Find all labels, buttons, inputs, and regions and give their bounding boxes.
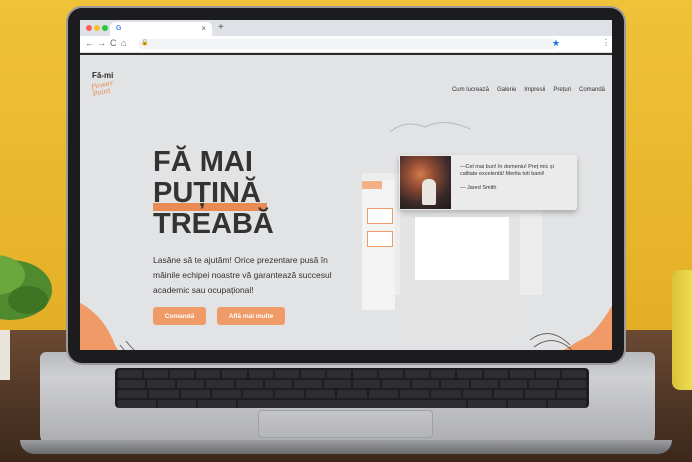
brand-logo-tag: Power Point [91, 79, 116, 98]
site-nav: Cum lucrează Galerie Impresii Prețuri Co… [452, 87, 605, 93]
nav-preturi[interactable]: Prețuri [553, 87, 571, 93]
mockup-white-area [415, 217, 509, 280]
forward-icon[interactable]: → [97, 38, 106, 48]
nav-galerie[interactable]: Galerie [497, 87, 516, 93]
trackpad [258, 410, 433, 438]
address-bar[interactable]: 🔒 [138, 39, 558, 49]
minimize-window-dot[interactable] [94, 25, 100, 31]
hero-title: FĂ MAI PUȚINĂ TREABĂ [153, 147, 274, 240]
hero-title-line2: PUȚINĂ [153, 177, 261, 209]
learn-more-button[interactable]: Află mai multe [217, 307, 285, 325]
nav-comanda[interactable]: Comandă [579, 87, 605, 93]
nav-impresii[interactable]: Impresii [524, 87, 545, 93]
hero-description: Lasăne să te ajutăm! Orice prezentare pu… [153, 255, 332, 295]
testimonial-person [422, 179, 436, 205]
mockup-box-2 [367, 231, 393, 247]
cloud-doodle-icon [389, 122, 471, 133]
keyboard [115, 368, 589, 408]
order-button[interactable]: Comandă [153, 307, 206, 325]
hero-title-line1: FĂ MAI [153, 146, 253, 178]
testimonial-author: — Jared Smith [460, 185, 497, 191]
laptop-screen: G × + ← → C ⌂ 🔒 ★ ⋮ Fă-mi Power Point Cu… [80, 20, 612, 350]
mockup-tag [362, 181, 382, 189]
back-icon[interactable]: ← [85, 38, 94, 48]
lock-icon: 🔒 [141, 40, 149, 46]
browser-menu-icon[interactable]: ⋮ [602, 38, 610, 47]
close-window-dot[interactable] [86, 25, 92, 31]
browser-toolbar: ← → C ⌂ 🔒 ★ ⋮ [80, 36, 612, 53]
bookmark-star-icon[interactable]: ★ [552, 38, 560, 49]
browser-tab-bar: G × + [80, 20, 612, 36]
home-icon[interactable]: ⌂ [121, 38, 126, 48]
mockup-box-1 [367, 208, 393, 224]
photo-scene: G × + ← → C ⌂ 🔒 ★ ⋮ Fă-mi Power Point Cu… [0, 0, 692, 462]
nav-cum-lucreaza[interactable]: Cum lucrează [452, 87, 489, 93]
laptop-base-edge [20, 440, 672, 454]
google-favicon-icon: G [116, 25, 122, 32]
close-tab-icon[interactable]: × [201, 24, 206, 33]
testimonial-quote: —Cel mai bun! în domeniu! Preț mic și ca… [460, 164, 554, 177]
new-tab-button[interactable]: + [218, 22, 224, 33]
browser-tab[interactable]: G × [110, 22, 212, 36]
hero-title-line3: TREABĂ [153, 208, 274, 240]
website: Fă-mi Power Point Cum lucrează Galerie I… [80, 55, 612, 350]
yellow-cup [672, 270, 692, 390]
maximize-window-dot[interactable] [102, 25, 108, 31]
reload-icon[interactable]: C [110, 38, 117, 48]
